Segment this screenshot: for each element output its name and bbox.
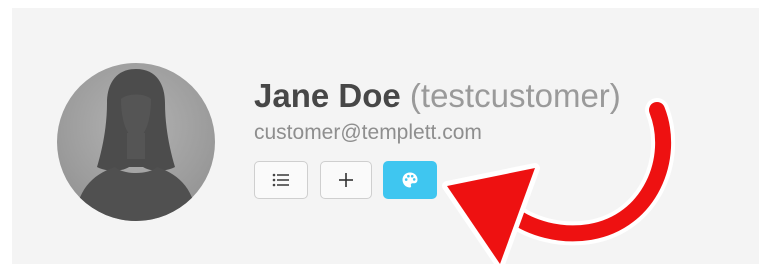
profile-heading: Jane Doe (testcustomer) xyxy=(254,76,621,116)
user-username: (testcustomer) xyxy=(409,77,621,114)
user-email: customer@templett.com xyxy=(254,121,482,144)
theme-palette-button[interactable] xyxy=(383,161,437,199)
plus-icon xyxy=(339,173,353,187)
list-icon xyxy=(272,173,289,187)
user-name: Jane Doe xyxy=(254,77,401,114)
screenshot-stage: Jane Doe (testcustomer) customer@templet… xyxy=(0,0,768,274)
avatar xyxy=(57,63,215,221)
add-button[interactable] xyxy=(320,161,372,199)
palette-icon xyxy=(402,172,418,188)
list-button[interactable] xyxy=(254,161,308,199)
user-silhouette-icon xyxy=(75,69,197,221)
